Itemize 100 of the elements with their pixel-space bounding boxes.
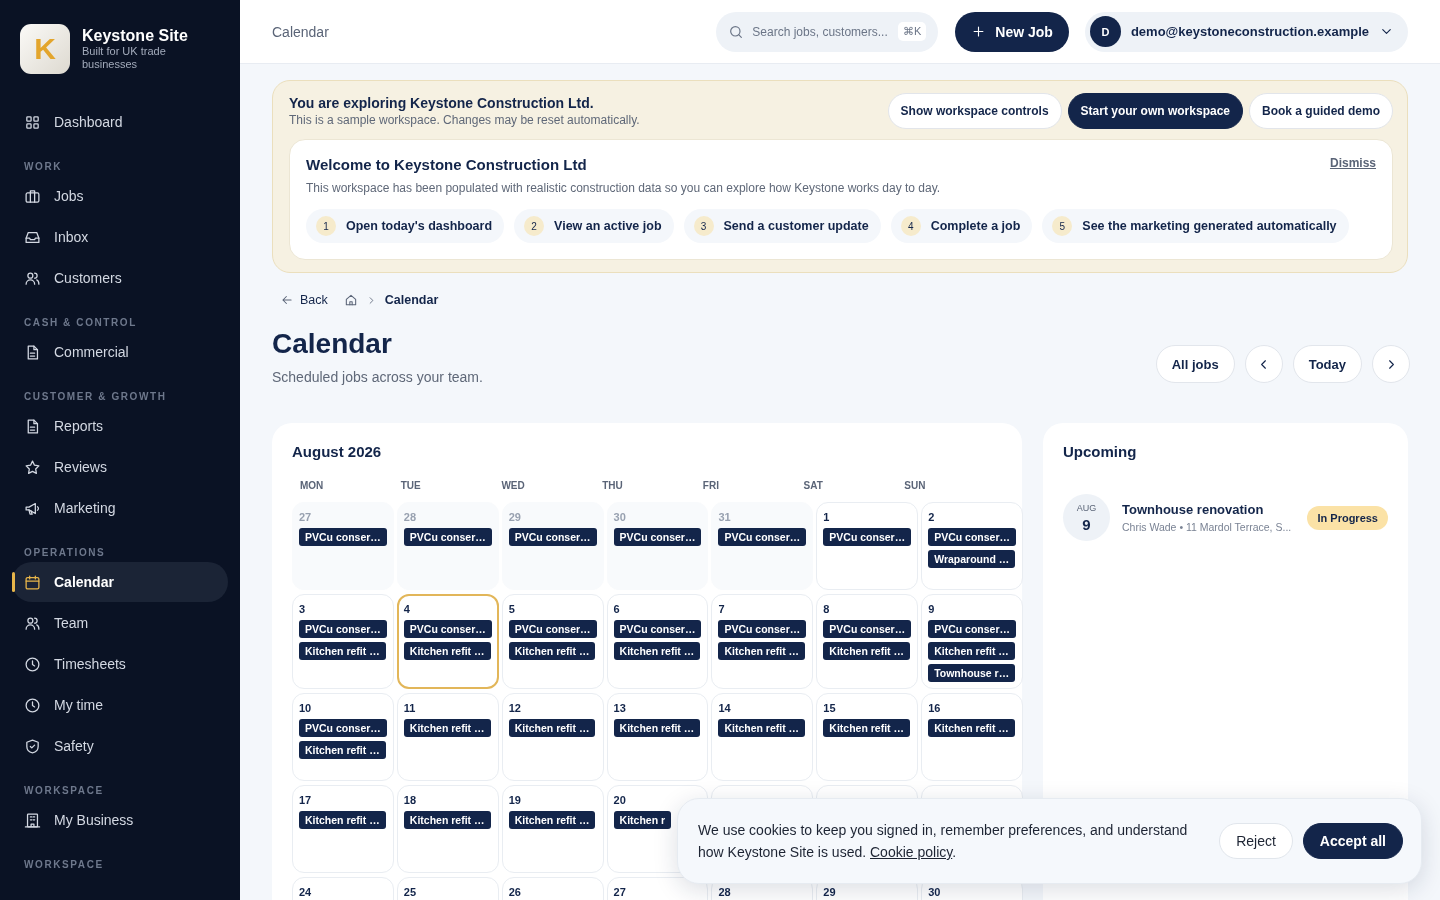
onboarding-step[interactable]: 1 Open today's dashboard	[306, 209, 505, 243]
day-cell[interactable]: 15 Kitchen refit …	[816, 693, 919, 781]
event-chip[interactable]: PVCu conser…	[718, 620, 807, 638]
day-cell[interactable]: 27 PVCu conser…	[292, 502, 394, 590]
event-chip[interactable]: Kitchen r	[613, 811, 672, 829]
event-chip[interactable]: PVCu conser…	[718, 528, 807, 546]
back-link[interactable]: Back	[280, 293, 328, 307]
event-chip[interactable]: PVCu conser…	[403, 528, 492, 546]
onboarding-step[interactable]: 4 Complete a job	[890, 209, 1033, 243]
sidebar-item[interactable]: Timesheets	[12, 644, 228, 684]
search-field[interactable]: Search jobs, customers... ⌘K	[716, 11, 939, 52]
plus-icon	[971, 24, 987, 39]
sidebar-item[interactable]: Marketing	[12, 488, 228, 528]
event-chip[interactable]: Kitchen refit …	[823, 642, 910, 660]
sidebar-item[interactable]: Team	[12, 603, 228, 643]
reject-button[interactable]: Reject	[1219, 823, 1293, 859]
home-icon	[343, 293, 358, 307]
sidebar-item[interactable]: Commercial	[12, 332, 228, 372]
next-button[interactable]	[1372, 345, 1410, 383]
accept-button[interactable]: Accept all	[1302, 823, 1403, 859]
day-cell[interactable]: 1 PVCu conser…	[816, 502, 919, 590]
event-chip[interactable]: Kitchen refit …	[299, 642, 386, 660]
day-cell[interactable]: 31 PVCu conser…	[711, 502, 814, 590]
event-chip[interactable]: PVCu conser…	[928, 528, 1016, 546]
sidebar-item[interactable]: Calendar	[12, 562, 228, 602]
event-chip[interactable]: Wraparound …	[928, 550, 1016, 568]
sidebar-item[interactable]: Reviews	[12, 447, 228, 487]
day-cell[interactable]: 9 PVCu conser… Kitchen refit … Townhouse r…	[921, 594, 1023, 689]
event-chip[interactable]: PVCu conser…	[823, 620, 912, 638]
day-cell[interactable]: 6 PVCu conser… Kitchen refit …	[606, 594, 709, 689]
event-chip[interactable]: Kitchen refit …	[299, 811, 386, 829]
sidebar-item[interactable]: Reports	[12, 406, 228, 446]
day-cell[interactable]: 18 Kitchen refit …	[396, 785, 499, 873]
day-cell[interactable]: 7 PVCu conser… Kitchen refit …	[711, 594, 814, 689]
event-chip[interactable]: Kitchen refit …	[508, 811, 596, 829]
today-button[interactable]: Today	[1292, 345, 1362, 383]
day-cell[interactable]: 26	[501, 877, 604, 900]
day-cell[interactable]: 29 PVCu conser…	[501, 502, 604, 590]
day-cell[interactable]: 30 PVCu conser…	[606, 502, 709, 590]
event-chip[interactable]: PVCu conser…	[928, 620, 1016, 638]
day-cell[interactable]: 3 PVCu conser… Kitchen refit …	[292, 594, 394, 689]
event-chip[interactable]: Kitchen refit …	[299, 741, 386, 759]
sidebar-item[interactable]: Inbox	[12, 217, 228, 257]
event-chip[interactable]: Kitchen refit …	[928, 642, 1015, 660]
onboarding-step[interactable]: 5 See the marketing generated automatically	[1042, 209, 1349, 243]
day-cell[interactable]: 17 Kitchen refit …	[292, 785, 394, 873]
event-chip[interactable]: Kitchen refit …	[718, 642, 806, 660]
day-cell[interactable]: 13 Kitchen refit …	[606, 693, 709, 781]
day-cell[interactable]: 19 Kitchen refit …	[501, 785, 604, 873]
event-chip[interactable]: Kitchen refit …	[928, 719, 1015, 737]
job-title[interactable]: Townhouse renovation	[1122, 502, 1296, 517]
section-heading: CUSTOMER & GROWTH	[24, 390, 167, 404]
day-cell[interactable]: 10 PVCu conser… Kitchen refit …	[292, 693, 394, 781]
day-cell[interactable]: 28 PVCu conser…	[396, 502, 499, 590]
previous-button[interactable]	[1244, 345, 1283, 383]
new-job-button[interactable]: New Job	[955, 11, 1069, 52]
event-chip[interactable]: Kitchen refit …	[403, 811, 491, 829]
day-cell[interactable]: 14 Kitchen refit …	[711, 693, 814, 781]
onboarding-step[interactable]: 2 View an active job	[514, 209, 674, 243]
event-chip[interactable]: Kitchen refit …	[823, 719, 910, 737]
event-chip[interactable]: Kitchen refit …	[718, 719, 806, 737]
sidebar-item[interactable]: Customers	[12, 258, 228, 298]
day-cell[interactable]: 16 Kitchen refit …	[921, 693, 1023, 781]
event-chip[interactable]: PVCu conser…	[613, 528, 702, 546]
day-cell[interactable]: 24	[292, 877, 394, 900]
event-chip[interactable]: Townhouse r…	[928, 664, 1016, 682]
sidebar-item[interactable]: My time	[12, 685, 228, 725]
dismiss-link[interactable]: Dismiss	[1329, 156, 1376, 170]
sidebar-item[interactable]: Jobs	[12, 176, 228, 216]
event-chip[interactable]: Kitchen refit …	[508, 642, 596, 660]
event-chip[interactable]: Kitchen refit …	[613, 642, 701, 660]
sidebar-item[interactable]: Safety	[12, 726, 228, 766]
event-chip[interactable]: Kitchen refit …	[508, 719, 596, 737]
workspace-button[interactable]: Start your own workspace	[1067, 93, 1243, 129]
event-chip[interactable]: PVCu conser…	[299, 620, 387, 638]
day-cell[interactable]: 8 PVCu conser… Kitchen refit …	[816, 594, 919, 689]
filter-button[interactable]: All jobs	[1155, 345, 1235, 383]
event-chip[interactable]: PVCu conser…	[508, 620, 597, 638]
sidebar-item[interactable]: Dashboard	[12, 102, 228, 142]
day-cell[interactable]: 12 Kitchen refit …	[501, 693, 604, 781]
event-chip[interactable]: PVCu conser…	[823, 528, 912, 546]
workspace-button[interactable]: Book a guided demo	[1249, 93, 1393, 129]
user-menu[interactable]: D demo@keystoneconstruction.example	[1084, 11, 1408, 52]
event-chip[interactable]: Kitchen refit …	[403, 642, 491, 660]
event-chip[interactable]: Kitchen refit …	[613, 719, 701, 737]
event-chip[interactable]: PVCu conser…	[613, 620, 702, 638]
day-cell[interactable]: 5 PVCu conser… Kitchen refit …	[501, 594, 604, 689]
day-cell[interactable]: 11 Kitchen refit …	[396, 693, 499, 781]
day-cell[interactable]: 2 PVCu conser… Wraparound …	[921, 502, 1023, 590]
event-chip[interactable]: Kitchen refit …	[403, 719, 491, 737]
workspace-button[interactable]: Show workspace controls	[887, 93, 1062, 129]
sidebar-item[interactable]: My Business	[12, 800, 228, 840]
onboarding-step[interactable]: 3 Send a customer update	[683, 209, 881, 243]
day-cell[interactable]: 25	[396, 877, 499, 900]
event-chip[interactable]: PVCu conser…	[299, 528, 387, 546]
day-cell[interactable]: 4 PVCu conser… Kitchen refit …	[396, 594, 499, 689]
event-chip[interactable]: PVCu conser…	[403, 620, 492, 638]
event-chip[interactable]: PVCu conser…	[299, 719, 387, 737]
event-chip[interactable]: PVCu conser…	[508, 528, 597, 546]
day-number: 31	[718, 511, 731, 523]
